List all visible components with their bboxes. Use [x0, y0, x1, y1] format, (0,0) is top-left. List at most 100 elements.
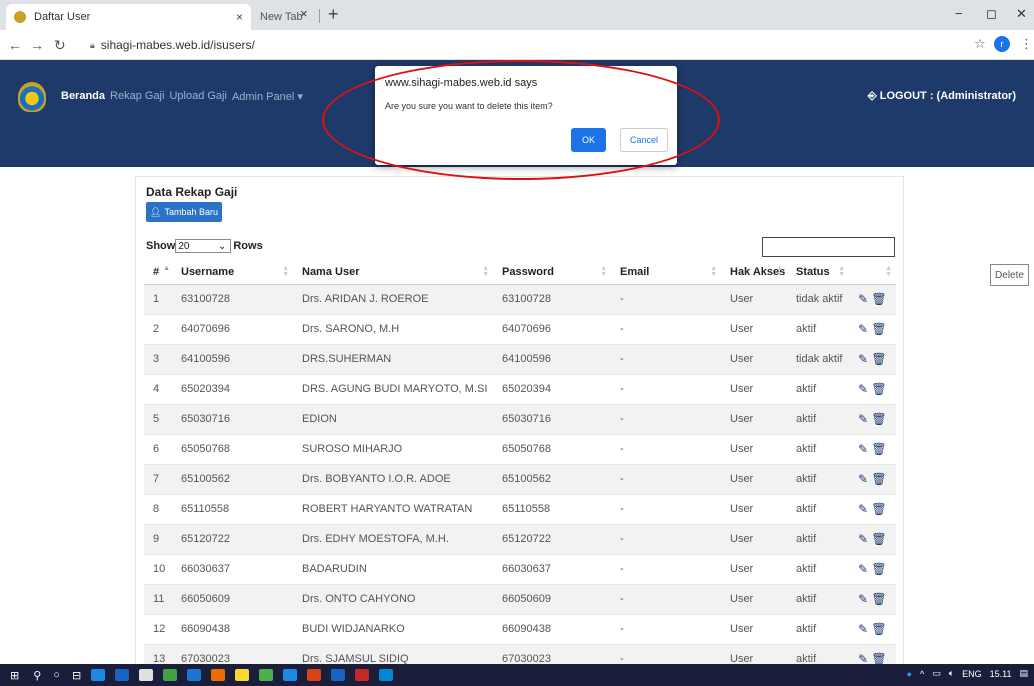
- column-header[interactable]: # ▲: [144, 260, 172, 285]
- table-cell: 64100596: [493, 343, 611, 374]
- task-view-icon[interactable]: ⊟: [72, 669, 81, 682]
- trash-icon[interactable]: 🗑︎: [868, 292, 886, 306]
- language-indicator[interactable]: ENG: [962, 669, 982, 679]
- cancel-button[interactable]: Cancel: [620, 128, 668, 152]
- back-arrow-icon[interactable]: ←: [8, 37, 22, 53]
- trash-icon[interactable]: 🗑︎: [868, 382, 886, 396]
- url-field[interactable]: 🔒︎ sihagi-mabes.web.id/isusers/: [90, 35, 960, 55]
- edit-icon[interactable]: ✎: [858, 532, 868, 546]
- table-cell: User: [721, 403, 787, 434]
- url-text: sihagi-mabes.web.id/isusers/: [100, 38, 255, 52]
- menu-rekap-gaji[interactable]: Rekap Gaji: [110, 90, 164, 103]
- table-cell: User: [721, 553, 787, 584]
- edit-icon[interactable]: ✎: [858, 322, 868, 336]
- app-icon[interactable]: [187, 669, 202, 681]
- menu-beranda[interactable]: Beranda: [61, 90, 105, 103]
- edit-icon[interactable]: ✎: [858, 562, 868, 576]
- edge-icon[interactable]: [91, 669, 106, 681]
- column-header[interactable]: Hak Akses ▲ ▼: [721, 260, 787, 285]
- forward-arrow-icon[interactable]: →: [30, 37, 44, 53]
- menu-admin-panel[interactable]: Admin Panel ▾: [232, 90, 303, 103]
- chevron-up-icon[interactable]: ^: [920, 669, 924, 679]
- new-tab-button[interactable]: +: [328, 4, 339, 25]
- table-cell: 65020394: [493, 373, 611, 404]
- table-cell: 65120722: [493, 523, 611, 554]
- trash-icon[interactable]: 🗑︎: [868, 412, 886, 426]
- mail-icon[interactable]: [115, 669, 130, 681]
- column-header[interactable]: Email ▲ ▼: [611, 260, 721, 285]
- chrome-icon[interactable]: [235, 669, 250, 681]
- edit-icon[interactable]: ✎: [858, 502, 868, 516]
- edit-icon[interactable]: ✎: [858, 352, 868, 366]
- pdf-icon[interactable]: [355, 669, 370, 681]
- clock[interactable]: 15.11: [990, 669, 1012, 679]
- bookmark-star-icon[interactable]: ☆: [974, 36, 986, 52]
- column-header[interactable]: Password ▲ ▼: [493, 260, 611, 285]
- close-tab-icon[interactable]: ×: [300, 6, 308, 21]
- column-header[interactable]: Status ▲ ▼: [787, 260, 849, 285]
- menu-upload-gaji[interactable]: Upload Gaji: [169, 90, 226, 103]
- table-cell: 64100596: [172, 343, 293, 374]
- rows-select[interactable]: 20 ⌄: [175, 239, 232, 253]
- table-cell: 10: [144, 553, 172, 584]
- table-cell: 65110558: [172, 493, 293, 524]
- table-cell: -: [611, 403, 721, 434]
- dialog-title: www.sihagi-mabes.web.id says: [385, 77, 538, 89]
- edit-icon[interactable]: ✎: [858, 412, 868, 426]
- column-header[interactable]: Username ▲ ▼: [172, 260, 293, 285]
- edit-icon[interactable]: ✎: [858, 472, 868, 486]
- tab-daftar-user[interactable]: Daftar User ×: [6, 4, 251, 30]
- trash-icon[interactable]: 🗑︎: [868, 562, 886, 576]
- minimize-button[interactable]: −: [955, 6, 963, 21]
- app-icon[interactable]: [163, 669, 178, 681]
- edit-icon[interactable]: ✎: [858, 382, 868, 396]
- trash-icon[interactable]: 🗑︎: [868, 532, 886, 546]
- table-cell: -: [611, 613, 721, 644]
- reload-icon[interactable]: ↻: [54, 37, 66, 54]
- ok-button[interactable]: OK: [571, 128, 606, 152]
- profile-avatar[interactable]: r: [994, 36, 1010, 52]
- close-window-button[interactable]: ✕: [1016, 6, 1027, 22]
- powerpoint-icon[interactable]: [307, 669, 322, 681]
- edit-icon[interactable]: ✎: [858, 442, 868, 456]
- trash-icon[interactable]: 🗑︎: [868, 322, 886, 336]
- word-icon[interactable]: [331, 669, 346, 681]
- search-icon[interactable]: ⚲: [33, 669, 41, 682]
- edit-icon[interactable]: ✎: [858, 622, 868, 636]
- edit-icon[interactable]: ✎: [858, 592, 868, 606]
- column-header[interactable]: ▲ ▼: [849, 260, 896, 285]
- app-icon[interactable]: [283, 669, 298, 681]
- trash-icon[interactable]: 🗑︎: [868, 442, 886, 456]
- column-header[interactable]: Nama User ▲ ▼: [293, 260, 493, 285]
- maximize-button[interactable]: ◻: [986, 6, 997, 22]
- table-cell: User: [721, 463, 787, 494]
- add-new-button[interactable]: 👤︎ Tambah Baru: [146, 202, 222, 222]
- row-actions: ✎ 🗑︎: [849, 403, 896, 434]
- battery-icon[interactable]: ▭: [932, 668, 941, 679]
- table-cell: aktif: [787, 463, 849, 494]
- table-cell: SUROSO MIHARJO: [293, 433, 493, 464]
- chrome-icon[interactable]: [259, 669, 274, 681]
- trash-icon[interactable]: 🗑︎: [868, 472, 886, 486]
- photos-icon[interactable]: [379, 669, 394, 681]
- browser-menu-icon[interactable]: ⋮: [1020, 36, 1033, 52]
- start-icon[interactable]: ⊞: [10, 669, 19, 682]
- close-tab-icon[interactable]: ×: [236, 10, 243, 24]
- cortana-icon[interactable]: ○: [53, 669, 60, 681]
- edit-icon[interactable]: ✎: [858, 292, 868, 306]
- volume-icon[interactable]: 🔈︎: [949, 668, 954, 679]
- table-row: 12 66090438 BUDI WIDJANARKO 66090438- User ak…: [144, 613, 896, 644]
- trash-icon[interactable]: 🗑︎: [868, 502, 886, 516]
- search-input[interactable]: [762, 237, 895, 257]
- action-center-icon[interactable]: ▤: [1019, 668, 1028, 679]
- table-cell: 6: [144, 433, 172, 464]
- trash-icon[interactable]: 🗑︎: [868, 352, 886, 366]
- trash-icon[interactable]: 🗑︎: [868, 592, 886, 606]
- store-icon[interactable]: [139, 669, 154, 681]
- row-actions: ✎ 🗑︎: [849, 553, 896, 584]
- logout-link[interactable]: ⎆ LOGOUT : (Administrator): [868, 90, 1016, 103]
- trash-icon[interactable]: 🗑︎: [868, 622, 886, 636]
- tab-new-tab[interactable]: New Tab: [252, 4, 322, 30]
- notification-icon[interactable]: ●: [907, 669, 912, 679]
- firefox-icon[interactable]: [211, 669, 226, 681]
